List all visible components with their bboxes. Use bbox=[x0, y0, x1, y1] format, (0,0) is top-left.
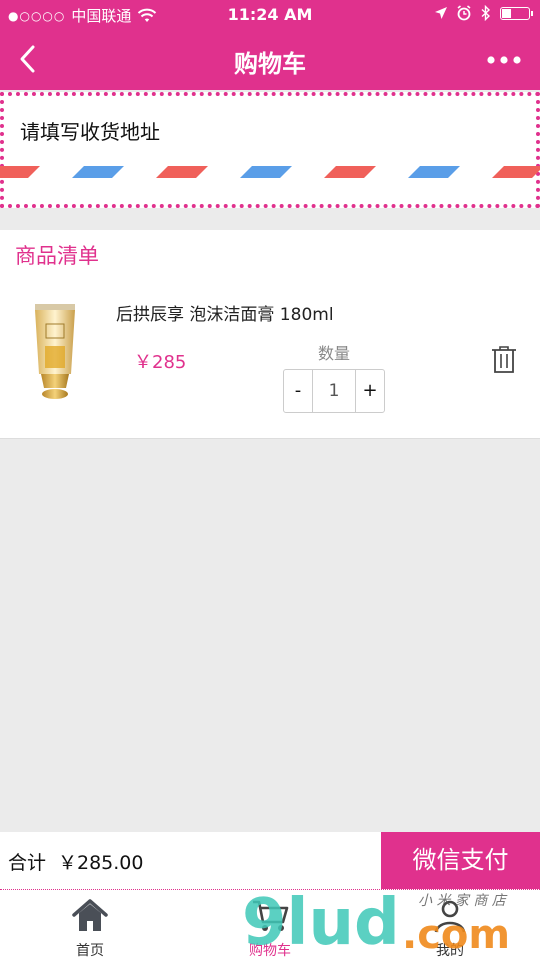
total-amount: ￥285.00 bbox=[58, 852, 144, 874]
home-icon bbox=[72, 899, 108, 931]
cart-icon bbox=[253, 900, 289, 931]
product-image[interactable] bbox=[32, 302, 78, 402]
tab-home-label: 首页 bbox=[76, 943, 104, 959]
section-title: 商品清单 bbox=[15, 244, 99, 268]
wechat-pay-button[interactable]: 微信支付 bbox=[381, 832, 540, 889]
checkout-bar: 合计 ￥285.00 微信支付 bbox=[0, 832, 540, 890]
product-name: 后拱辰享 泡沫洁面膏 180ml bbox=[116, 305, 334, 325]
tab-cart[interactable]: 购物车 bbox=[210, 890, 330, 960]
address-card[interactable]: 请填写收货地址 bbox=[0, 92, 540, 208]
tab-me[interactable]: 我的 bbox=[390, 890, 510, 960]
airmail-stripe bbox=[0, 166, 540, 178]
address-section: 请填写收货地址 bbox=[0, 90, 540, 214]
status-right bbox=[434, 5, 533, 21]
quantity-stepper: - 1 + bbox=[283, 369, 385, 413]
location-arrow-icon bbox=[435, 7, 447, 19]
nav-bar: 购物车 bbox=[0, 30, 540, 90]
tab-me-label: 我的 bbox=[436, 943, 464, 959]
product-list: 商品清单 后拱辰享 泡沫洁面膏 180ml ￥285 数量 - 1 + bbox=[0, 230, 540, 439]
tab-cart-label: 购物车 bbox=[249, 943, 291, 959]
battery-icon bbox=[500, 6, 533, 20]
tab-home[interactable]: 首页 bbox=[30, 890, 150, 960]
product-price: ￥285 bbox=[134, 352, 187, 373]
address-placeholder: 请填写收货地址 bbox=[20, 120, 160, 144]
decrease-button[interactable]: - bbox=[284, 370, 312, 412]
quantity-label: 数量 bbox=[318, 344, 351, 363]
page-title: 购物车 bbox=[234, 50, 306, 78]
tab-bar: 首页 购物车 我的 bbox=[0, 890, 540, 960]
bluetooth-icon bbox=[481, 5, 491, 21]
alarm-icon bbox=[457, 5, 471, 21]
more-options-icon[interactable] bbox=[486, 46, 522, 74]
increase-button[interactable]: + bbox=[356, 370, 384, 412]
trash-icon[interactable] bbox=[490, 344, 518, 374]
total-label: 合计 bbox=[8, 852, 47, 874]
user-icon bbox=[434, 900, 466, 933]
quantity-value[interactable]: 1 bbox=[312, 370, 356, 412]
status-bar: ●○○○○ 中国联通 11:24 AM bbox=[0, 0, 540, 30]
